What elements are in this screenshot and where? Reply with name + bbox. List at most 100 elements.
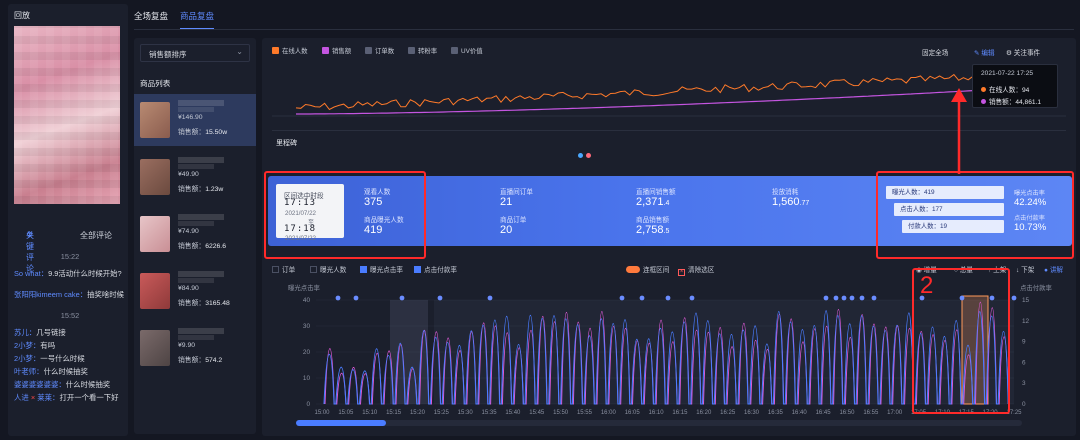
clear-selection-button[interactable]: × 清除选区 <box>678 264 714 276</box>
legend-item[interactable]: UV价值 <box>451 46 483 55</box>
milestone-dots[interactable] <box>578 150 594 160</box>
product-sales: 销售额：3165.48 <box>178 300 230 307</box>
product-thumbnail <box>140 330 170 366</box>
x-tick-label: 16:25 <box>720 410 736 416</box>
product-name-blur <box>178 271 224 277</box>
metric-value: 2,371.4 <box>636 196 670 208</box>
x-tick-label: 15:00 <box>314 410 330 416</box>
comment-item: 2小梦：有吗 <box>14 341 56 350</box>
product-price: ¥84.90 <box>178 285 199 292</box>
event-pin-icon <box>437 295 443 301</box>
x-tick-label: 16:00 <box>601 410 617 416</box>
x-tick-label: 16:45 <box>816 410 832 416</box>
x-tick-label: 15:10 <box>362 410 378 416</box>
comment-item: 2小梦：一号什么时候 <box>14 354 85 363</box>
replay-title: 回放 <box>14 11 30 20</box>
product-item[interactable]: ¥146.90 销售额：15.50w <box>134 94 256 146</box>
right-tick-label: 0 <box>1022 401 1026 408</box>
edit-button[interactable]: ✎ 编辑 <box>974 47 995 57</box>
event-pin-icon <box>833 295 839 301</box>
trend-chart[interactable] <box>272 62 1066 118</box>
event-pin-icon <box>859 295 865 301</box>
right-tick-label: 15 <box>1022 297 1030 304</box>
tab-product-review[interactable]: 商品复盘 <box>180 10 215 30</box>
gear-icon: ⚙ <box>1006 50 1012 57</box>
event-pin-icon <box>1011 295 1017 301</box>
x-tick-label: 15:20 <box>410 410 426 416</box>
product-price: ¥146.90 <box>178 114 203 121</box>
metric-label: 投放消耗 <box>772 189 799 196</box>
product-name-blur <box>178 107 214 112</box>
x-tick-label: 16:35 <box>768 410 784 416</box>
check-orders[interactable]: 订单 <box>272 264 295 274</box>
annotation-number: 2 <box>920 272 934 299</box>
x-tick-label: 15:45 <box>529 410 545 416</box>
tab-all-comments[interactable]: 全部评论 <box>80 230 112 241</box>
legend-swatch-icon <box>272 47 279 54</box>
check-pay-rate[interactable]: 点击付款率 <box>414 264 457 274</box>
event-pin-icon <box>399 295 405 301</box>
sort-select[interactable]: 销售额排序 ⌄ <box>140 44 250 62</box>
product-panel: 销售额排序 ⌄ 商品列表 ¥146.90 销售额：15.50w ¥49.90 销售额：… <box>134 38 256 434</box>
tooltip-sales: 销售额：44,861.1 <box>981 96 1041 106</box>
replay-video[interactable] <box>14 26 120 204</box>
chevron-down-icon: ⌄ <box>236 47 243 56</box>
chart-divider <box>272 130 1066 131</box>
product-name-blur <box>178 328 224 334</box>
arrow-down-icon: ↓ <box>1016 267 1020 274</box>
legend-item[interactable]: 订单数 <box>365 46 394 55</box>
settings-icon[interactable]: ⚙ <box>26 230 33 239</box>
event-pin-icon <box>619 295 625 301</box>
x-tick-label: 16:15 <box>672 410 688 416</box>
comment-item: So what：9.9活动什么时候开始? <box>14 269 122 278</box>
legend-item[interactable]: 转粉率 <box>408 46 437 55</box>
event-pin-icon <box>849 295 855 301</box>
product-name-blur <box>178 278 214 283</box>
product-item[interactable]: ¥49.90 销售额：1.23w <box>134 151 256 203</box>
x-tick-label: 15:55 <box>577 410 593 416</box>
annotation-box-funnel <box>876 171 1074 259</box>
legend-item[interactable]: 在线人数 <box>272 46 308 55</box>
follow-events-button[interactable]: ⚙ 关注事件 <box>1006 47 1040 57</box>
comment-item: 苏儿：几号链接 <box>14 328 66 337</box>
event-pin-icon <box>353 295 359 301</box>
metric-value: 1,560.77 <box>772 196 810 208</box>
x-tick-label: 16:40 <box>792 410 808 416</box>
product-name-blur <box>178 335 214 340</box>
legend-item[interactable]: 销售额 <box>322 46 351 55</box>
comment-tabs: 关键评论 ⚙ 全部评论 <box>26 230 112 273</box>
product-item[interactable]: ¥9.90 销售额：574.2 <box>134 322 256 374</box>
pin-icon: ● <box>1044 267 1048 274</box>
online-series-line <box>295 70 1055 111</box>
app-root: 回放 关键评论 ⚙ 全部评论 15:22 So what：9.9活动什么时候开始?… <box>0 0 1080 440</box>
product-sales: 销售额：6226.6 <box>178 243 226 250</box>
event-pin-icon <box>823 295 829 301</box>
annotation-arrow-icon <box>951 88 967 174</box>
x-tick-label: 15:50 <box>553 410 569 416</box>
metric-value: 2,758.5 <box>636 224 670 236</box>
x-tick-label: 16:50 <box>839 410 855 416</box>
x-tick-label: 15:25 <box>434 410 450 416</box>
x-tick-label: 15:30 <box>458 410 474 416</box>
metric-label: 商品销售额 <box>636 217 669 224</box>
range-select-toggle[interactable]: 连框区间 <box>626 264 669 274</box>
tab-full-review[interactable]: 全场复盘 <box>134 10 168 22</box>
product-sales: 销售额：1.23w <box>178 186 224 193</box>
product-price: ¥9.90 <box>178 342 196 349</box>
product-thumbnail <box>140 102 170 138</box>
fix-full-button[interactable]: 固定全场 <box>922 47 948 57</box>
legend-swatch-icon <box>322 47 329 54</box>
event-pin-icon <box>871 295 877 301</box>
x-tick-label: 16:10 <box>649 410 665 416</box>
left-tick-label: 20 <box>303 349 311 356</box>
filter-offshelf[interactable]: ↓ 下架 <box>1016 264 1034 274</box>
time-scroll-thumb <box>296 420 386 426</box>
check-click-rate[interactable]: 曝光点击率 <box>360 264 403 274</box>
check-exposure[interactable]: 曝光人数 <box>310 264 346 274</box>
product-item[interactable]: ¥74.90 销售额：6226.6 <box>134 208 256 260</box>
left-tick-label: 10 <box>303 375 311 382</box>
product-item[interactable]: ¥84.90 销售额：3165.48 <box>134 265 256 317</box>
sort-select-label: 销售额排序 <box>149 50 187 59</box>
legend-swatch-icon <box>408 47 415 54</box>
filter-explain[interactable]: ● 讲解 <box>1044 264 1063 274</box>
